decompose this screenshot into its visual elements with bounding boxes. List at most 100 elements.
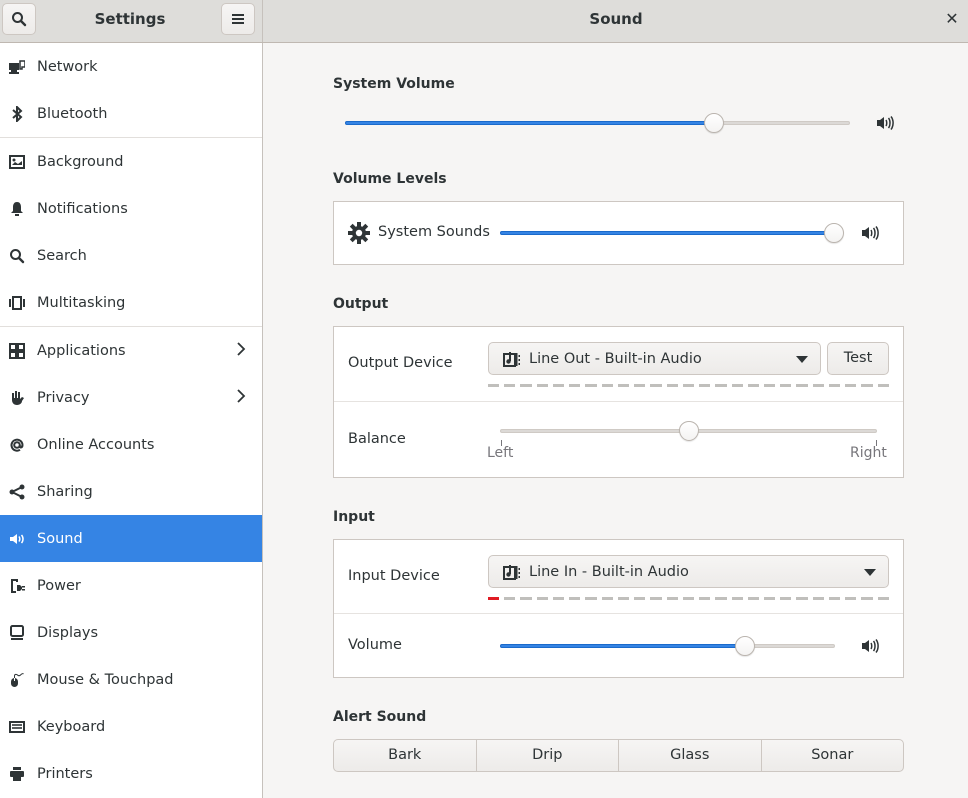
- sidebar-item-label: Power: [37, 577, 81, 594]
- balance-label: Balance: [348, 431, 406, 447]
- app-title: Settings: [94, 10, 166, 28]
- sidebar-item-multitasking[interactable]: Multitasking: [0, 279, 262, 326]
- slider-knob[interactable]: [824, 223, 844, 243]
- level-segment: [488, 597, 500, 600]
- input-title: Input: [333, 509, 375, 525]
- output-frame: Output Device Line Out - Built-in Audio …: [333, 326, 904, 478]
- display-icon: [8, 624, 26, 642]
- alert-sound-drip[interactable]: Drip: [477, 740, 619, 771]
- output-title: Output: [333, 296, 389, 312]
- level-segment: [488, 384, 500, 387]
- level-segment: [552, 384, 565, 387]
- sidebar-item-search[interactable]: Search: [0, 232, 262, 279]
- level-segment: [877, 384, 889, 387]
- alert-sound-group: Bark Drip Glass Sonar: [333, 739, 904, 772]
- sidebar-item-label: Sharing: [37, 483, 93, 500]
- chevron-right-icon: [236, 388, 246, 408]
- bell-icon: [8, 200, 26, 218]
- level-segment: [634, 597, 646, 600]
- sidebar-item-label: Multitasking: [37, 294, 126, 311]
- speaker-volume-icon: [861, 225, 879, 241]
- sidebar-item-notifications[interactable]: Notifications: [0, 185, 262, 232]
- level-segment: [504, 384, 516, 387]
- input-volume-slider[interactable]: [500, 636, 835, 656]
- volume-levels-title: Volume Levels: [333, 171, 447, 187]
- alert-sound-title: Alert Sound: [333, 709, 427, 725]
- level-segment: [747, 384, 759, 387]
- keyboard-icon: [8, 718, 26, 736]
- alert-sound-glass[interactable]: Glass: [619, 740, 762, 771]
- close-icon: ✕: [945, 9, 959, 28]
- speaker-volume-icon: [876, 115, 894, 131]
- level-segment: [796, 597, 808, 600]
- sidebar-item-printers[interactable]: Printers: [0, 750, 262, 797]
- level-segment: [634, 384, 646, 387]
- search-button[interactable]: [2, 3, 36, 35]
- level-segment: [731, 384, 743, 387]
- sidebar-item-network[interactable]: Network: [0, 43, 262, 90]
- level-segment: [520, 384, 532, 387]
- level-segment: [861, 384, 873, 387]
- sidebar-item-label: Network: [37, 58, 98, 75]
- sidebar-item-privacy[interactable]: Privacy: [0, 374, 262, 421]
- slider-knob[interactable]: [734, 636, 755, 656]
- sidebar-item-applications[interactable]: Applications: [0, 327, 262, 374]
- sidebar-item-displays[interactable]: Displays: [0, 609, 262, 656]
- output-device-label: Output Device: [348, 355, 453, 371]
- level-segment: [812, 384, 824, 387]
- slider-knob[interactable]: [678, 421, 699, 441]
- sidebar-item-label: Background: [37, 153, 124, 170]
- level-segment: [504, 597, 516, 600]
- sidebar-item-bluetooth[interactable]: Bluetooth: [0, 90, 262, 137]
- gear-icon: [348, 222, 370, 244]
- system-volume-slider[interactable]: [345, 113, 850, 133]
- output-device-combo[interactable]: Line Out - Built-in Audio: [488, 342, 821, 375]
- slider-fill: [500, 231, 834, 235]
- input-device-combo[interactable]: Line In - Built-in Audio: [488, 555, 889, 588]
- test-button[interactable]: Test: [827, 342, 889, 375]
- level-segment: [828, 384, 841, 387]
- search-icon: [8, 247, 26, 265]
- close-button[interactable]: ✕: [944, 9, 960, 29]
- sidebar-item-mouse-touchpad[interactable]: Mouse & Touchpad: [0, 656, 262, 703]
- sidebar-item-sound[interactable]: Sound: [0, 515, 262, 562]
- header-bar: Settings Sound ✕: [0, 0, 968, 43]
- bluetooth-icon: [8, 105, 26, 123]
- speaker-icon: [8, 530, 26, 548]
- sidebar-item-online-accounts[interactable]: Online Accounts: [0, 421, 262, 468]
- sidebar-item-power[interactable]: Power: [0, 562, 262, 609]
- level-segment: [780, 384, 792, 387]
- dropdown-arrow-icon: [796, 356, 808, 363]
- sidebar-item-sharing[interactable]: Sharing: [0, 468, 262, 515]
- sidebar-item-label: Online Accounts: [37, 436, 155, 453]
- balance-left-label: Left: [487, 445, 514, 461]
- system-sounds-slider[interactable]: [500, 223, 844, 243]
- alert-sound-bark[interactable]: Bark: [334, 740, 477, 771]
- row-separator: [334, 613, 903, 614]
- level-segment: [666, 384, 678, 387]
- level-segment: [715, 384, 727, 387]
- level-segment: [828, 597, 841, 600]
- balance-slider[interactable]: [500, 421, 877, 441]
- level-segment: [682, 384, 695, 387]
- sidebar-item-keyboard[interactable]: Keyboard: [0, 703, 262, 750]
- dropdown-arrow-icon: [864, 569, 876, 576]
- alert-sound-sonar[interactable]: Sonar: [762, 740, 904, 771]
- input-device-value: Line In - Built-in Audio: [529, 563, 689, 580]
- level-segment: [585, 597, 597, 600]
- level-segment: [520, 597, 532, 600]
- level-segment: [715, 597, 727, 600]
- multitasking-icon: [8, 294, 26, 312]
- level-segment: [536, 597, 548, 600]
- main-menu-button[interactable]: [221, 3, 255, 35]
- printer-icon: [8, 765, 26, 783]
- system-volume-title: System Volume: [333, 76, 455, 92]
- level-segment: [536, 384, 548, 387]
- level-segment: [747, 597, 759, 600]
- sidebar-item-background[interactable]: Background: [0, 138, 262, 185]
- power-plug-icon: [8, 577, 26, 595]
- slider-knob[interactable]: [703, 113, 724, 133]
- background-icon: [8, 153, 26, 171]
- hand-icon: [8, 389, 26, 407]
- level-segment: [617, 597, 630, 600]
